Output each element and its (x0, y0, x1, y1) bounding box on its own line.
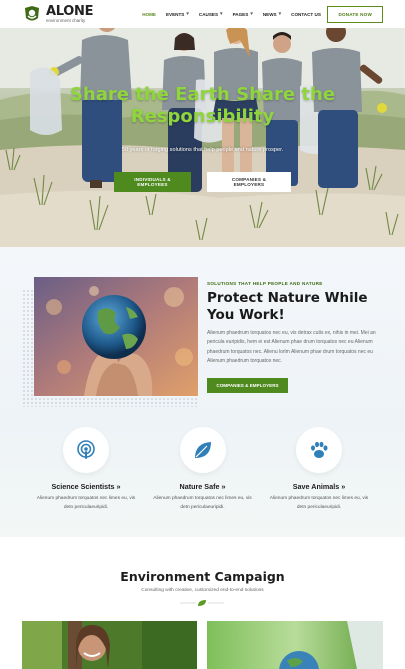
nav-item-contact[interactable]: CONTACT US (286, 11, 326, 17)
feature-desc: Alienum phaedrum torquatos nec limes eu,… (269, 496, 369, 510)
nav-item-news[interactable]: NEWS ▾ (258, 11, 286, 17)
chevron-down-icon: ▾ (186, 11, 189, 17)
donate-button[interactable]: DONATE NOW (327, 5, 383, 23)
campaign-card-image[interactable] (22, 621, 197, 669)
podcast-icon (77, 440, 95, 459)
hero-title: Share the Earth Share the Responsibility (69, 84, 336, 127)
feature-desc: Alienum phaedrum torquatos nec limes eu,… (36, 496, 136, 510)
hero-subtitle: 50 years of forging solutions that help … (121, 147, 284, 153)
about-eyebrow: SOLUTIONS THAT HELP PEOPLE AND NATURE (207, 281, 323, 286)
site-header: ALONE environment charity HOME EVENTS ▾ C… (0, 0, 405, 28)
feature-science[interactable]: Science Scientists » Alienum phaedrum to… (34, 427, 138, 512)
feature-animals[interactable]: Save Animals » Alienum phaedrum torquato… (267, 427, 371, 512)
companies-employers-button[interactable]: COMPANIES & EMPLOYERS (207, 172, 291, 192)
features-row: Science Scientists » Alienum phaedrum to… (0, 427, 405, 512)
nav-item-causes[interactable]: CAUSES ▾ (194, 11, 228, 17)
feature-title[interactable]: Science Scientists » (51, 482, 120, 491)
hero-buttons: INDIVIDUALS & EMPLOYEES COMPANIES & EMPL… (0, 172, 405, 192)
leaf-icon (194, 442, 211, 458)
feature-desc: Alienum phaedrum torquatos nec limes eu,… (153, 496, 252, 510)
feature-title[interactable]: Save Animals » (293, 482, 345, 491)
chevron-down-icon: ▾ (250, 11, 253, 17)
campaign-subtitle: Consulting with creative, customized end… (141, 588, 264, 593)
about-section: SOLUTIONS THAT HELP PEOPLE AND NATURE Pr… (0, 247, 405, 537)
logo-name: ALONE (46, 3, 94, 19)
logo-tagline: environment charity (46, 17, 86, 23)
chevron-down-icon: ▾ (278, 11, 282, 17)
main-nav: HOME EVENTS ▾ CAUSES ▾ PAGES ▾ NEWS ▾ CONTAC… (137, 11, 326, 17)
nav-item-home[interactable]: HOME (137, 11, 161, 17)
about-body: Alienum phaedrum torquatos nec eu, vis d… (207, 330, 376, 365)
about-title: Protect Nature While You Work! (207, 290, 368, 323)
logo[interactable]: ALONE environment charity (22, 3, 94, 24)
individuals-employees-button[interactable]: INDIVIDUALS & EMPLOYEES (114, 172, 191, 192)
hero-banner: Share the Earth Share the Responsibility… (0, 0, 405, 247)
chevron-down-icon: ▾ (220, 11, 223, 17)
earth-hands-photo (34, 277, 198, 396)
feature-nature[interactable]: Nature Safe » Alienum phaedrum torquatos… (151, 427, 255, 512)
logo-icon (25, 6, 39, 21)
nav-item-events[interactable]: EVENTS ▾ (161, 11, 194, 17)
campaign-title: Environment Campaign (120, 569, 285, 584)
campaign-section: Environment Campaign Consulting with cre… (0, 537, 405, 669)
page: Share the Earth Share the Responsibility… (0, 0, 405, 669)
about-companies-button[interactable]: COMPANIES & EMPLOYERS (207, 378, 288, 393)
paw-icon (311, 441, 328, 458)
nav-item-pages[interactable]: PAGES ▾ (228, 11, 258, 17)
leaf-divider-icon (180, 600, 224, 606)
feature-title[interactable]: Nature Safe » (180, 482, 226, 491)
campaign-card-image[interactable] (207, 621, 383, 669)
